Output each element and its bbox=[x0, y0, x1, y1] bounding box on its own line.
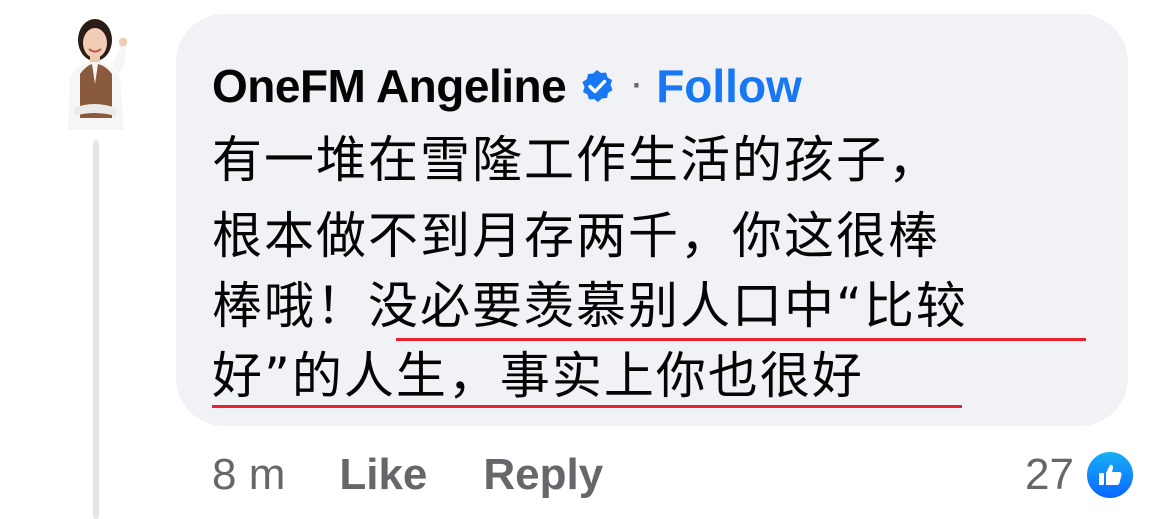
thread-line bbox=[93, 140, 99, 519]
follow-button[interactable]: Follow bbox=[656, 59, 802, 113]
thumbs-up-icon bbox=[1084, 449, 1136, 501]
reaction-summary[interactable]: 27 bbox=[1025, 446, 1136, 504]
comment-container: OneFM Angeline · Follow 有一堆在雪隆工作生活的孩子， 根… bbox=[0, 0, 1170, 519]
red-underline-annotation bbox=[212, 405, 962, 408]
comment-text-line: 棒哦！没必要羡慕别人口中“比较 bbox=[212, 277, 968, 335]
reply-button[interactable]: Reply bbox=[483, 450, 603, 500]
comment-text-line: 根本做不到月存两千，你这很棒 bbox=[212, 207, 940, 265]
profile-picture bbox=[62, 14, 130, 130]
timestamp[interactable]: 8 m bbox=[212, 450, 285, 500]
author-name[interactable]: OneFM Angeline bbox=[212, 59, 567, 113]
avatar[interactable] bbox=[62, 14, 130, 130]
separator-dot: · bbox=[632, 69, 643, 102]
comment-text-line: 好”的人生，事实上你也很好 bbox=[212, 347, 864, 405]
reaction-count: 27 bbox=[1025, 450, 1074, 499]
red-underline-annotation bbox=[396, 338, 1086, 341]
comment-text-line: 有一堆在雪隆工作生活的孩子， bbox=[212, 131, 940, 189]
verified-badge-icon bbox=[580, 69, 614, 103]
comment-actions: 8 m Like Reply bbox=[212, 446, 603, 504]
like-button[interactable]: Like bbox=[339, 450, 427, 500]
comment-header: OneFM Angeline · Follow bbox=[212, 58, 802, 114]
